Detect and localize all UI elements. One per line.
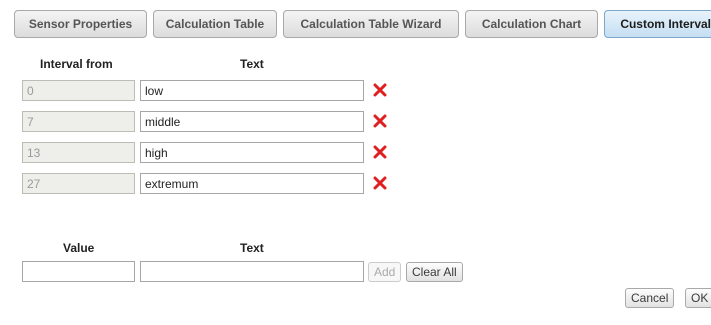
interval-text-field[interactable] (140, 173, 364, 194)
delete-row-icon[interactable] (373, 145, 387, 159)
clear-all-button[interactable]: Clear All (406, 262, 463, 282)
tab-sensor-properties[interactable]: Sensor Properties (14, 10, 147, 38)
add-text-header: Text (240, 241, 264, 255)
interval-text-field[interactable] (140, 80, 364, 101)
new-value-input[interactable] (22, 261, 135, 282)
value-header: Value (63, 241, 95, 255)
new-text-input[interactable] (140, 261, 364, 282)
interval-from-field[interactable] (22, 111, 135, 132)
delete-row-icon[interactable] (373, 114, 387, 128)
interval-from-field[interactable] (22, 173, 135, 194)
interval-text-field[interactable] (140, 142, 364, 163)
tab-calculation-chart[interactable]: Calculation Chart (465, 10, 598, 38)
add-button[interactable]: Add (368, 262, 402, 282)
interval-from-field[interactable] (22, 142, 135, 163)
delete-row-icon[interactable] (373, 83, 387, 97)
delete-row-icon[interactable] (373, 176, 387, 190)
cancel-button[interactable]: Cancel (625, 288, 675, 308)
interval-from-field[interactable] (22, 80, 135, 101)
tab-custom-intervals[interactable]: Custom Intervals (604, 10, 711, 38)
interval-from-header: Interval from (40, 57, 113, 71)
interval-text-field[interactable] (140, 111, 364, 132)
tab-calculation-table[interactable]: Calculation Table (153, 10, 277, 38)
tab-calculation-table-wizard[interactable]: Calculation Table Wizard (283, 10, 459, 38)
ok-button[interactable]: OK (685, 288, 711, 308)
interval-text-header: Text (240, 57, 264, 71)
